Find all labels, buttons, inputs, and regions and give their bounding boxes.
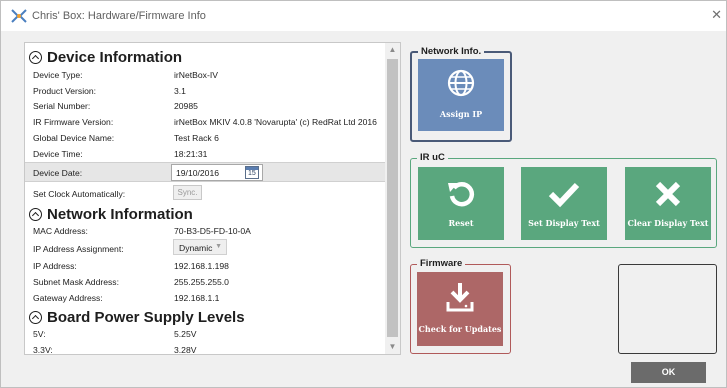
row-value: 192.168.1.1 [174,293,220,303]
row-label: Subnet Mask Address: [33,277,119,287]
tile-label: Check for Updates [418,324,502,334]
app-icon [11,9,27,23]
assign-ip-button[interactable]: Assign IP [418,59,504,131]
tile-label: Set Display Text [528,218,600,228]
network-info-group: Network Info. Assign IP [410,46,512,142]
device-info-title: Device Information [47,49,183,66]
check-icon [548,182,580,208]
info-row: IR Firmware Version: irNetBox MKIV 4.0.8 … [25,114,385,130]
row-label: 3.3V: [33,345,53,355]
chevron-up-icon[interactable] [29,51,42,64]
row-label: IP Address Assignment: [33,244,124,254]
network-info-header[interactable]: Network Information [29,206,193,223]
row-label: MAC Address: [33,226,88,236]
download-icon [446,283,474,312]
scroll-down-icon[interactable]: ▼ [385,340,400,354]
calendar-day: 15 [248,170,256,177]
info-panel[interactable]: Device Information Device Type: irNetBox-… [24,42,401,355]
row-label: Device Date: [33,168,83,178]
device-info-header[interactable]: Device Information [29,49,182,66]
chevron-down-icon: ▼ [215,243,222,250]
row-label: Global Device Name: [33,133,115,143]
info-row: IP Address: 192.168.1.198 [25,258,385,274]
row-value: irNetBox MKIV 4.0.8 'Novarupta' (c) RedR… [174,117,377,127]
window-title: Chris' Box: Hardware/Firmware Info [32,10,206,22]
info-row: Gateway Address: 192.168.1.1 [25,290,385,306]
device-date-row: Device Date: 19/10/2016 15 [25,162,385,182]
tile-label: Clear Display Text [627,218,709,228]
group-label: Firmware [417,258,466,269]
check-for-updates-button[interactable]: Check for Updates [417,272,503,346]
reset-button[interactable]: Reset [418,167,504,240]
group-label: IR uC [417,152,448,163]
row-label: Device Type: [33,70,83,80]
power-title: Board Power Supply Levels [47,309,245,326]
reset-icon [448,182,475,207]
vertical-scrollbar[interactable]: ▲ ▼ [385,43,400,354]
row-value: 3.28V [174,345,197,355]
row-label: IR Firmware Version: [33,117,114,127]
chevron-up-icon[interactable] [29,208,42,221]
clear-display-text-button[interactable]: Clear Display Text [625,167,711,240]
set-display-text-button[interactable]: Set Display Text [521,167,607,240]
cross-icon [655,181,681,207]
firmware-group: Firmware Check for Updates [410,258,511,354]
row-value: Test Rack 6 [174,133,219,143]
info-row: MAC Address: 70-B3-D5-FD-10-0A [25,223,385,239]
row-label: Gateway Address: [33,293,103,303]
ir-uc-group: IR uC Reset Set Display Text Clear Displ… [410,152,717,248]
dialog-window: Chris' Box: Hardware/Firmware Info ✕ Dev… [0,0,727,388]
row-value: 255.255.255.0 [174,277,229,287]
info-row: Subnet Mask Address: 255.255.255.0 [25,274,385,290]
row-label: Serial Number: [33,101,91,111]
ip-assignment-dropdown[interactable]: Dynamic ▼ [173,239,227,255]
empty-group [618,264,717,354]
info-row: 3.3V: 3.28V [25,342,385,355]
globe-icon [447,69,475,97]
row-label: Device Time: [33,149,83,159]
row-value: 18:21:31 [174,149,208,159]
close-icon[interactable]: ✕ [711,7,722,23]
tile-label: Assign IP [439,109,483,119]
row-value: 20985 [174,101,198,111]
date-value: 19/10/2016 [176,168,220,178]
info-row: Device Time: 18:21:31 [25,146,385,162]
row-label: 5V: [33,329,46,339]
network-info-title: Network Information [47,206,193,223]
info-row: Global Device Name: Test Rack 6 [25,130,385,146]
calendar-icon[interactable]: 15 [245,166,259,179]
row-label: Set Clock Automatically: [33,189,126,199]
sync-button[interactable]: Sync. [173,185,202,200]
ok-button[interactable]: OK [631,362,706,383]
title-bar: Chris' Box: Hardware/Firmware Info ✕ [1,1,726,31]
info-row: Device Type: irNetBox-IV [25,67,385,83]
row-label: IP Address: [33,261,77,271]
row-value: 5.25V [174,329,197,339]
row-value: 192.168.1.198 [174,261,229,271]
row-value: 70-B3-D5-FD-10-0A [174,226,251,236]
row-value: irNetBox-IV [174,70,218,80]
chevron-up-icon[interactable] [29,311,42,324]
info-row: Serial Number: 20985 [25,98,385,114]
set-clock-row: Set Clock Automatically: Sync. [25,185,385,202]
row-label: Product Version: [33,86,97,96]
device-date-input[interactable]: 19/10/2016 15 [171,164,263,181]
row-value: 3.1 [174,86,186,96]
scroll-up-icon[interactable]: ▲ [385,43,400,57]
info-row: Product Version: 3.1 [25,83,385,99]
info-row: 5V: 5.25V [25,326,385,342]
dropdown-value: Dynamic [179,243,213,253]
power-header[interactable]: Board Power Supply Levels [29,309,245,326]
scrollbar-thumb[interactable] [387,59,398,337]
ip-assignment-row: IP Address Assignment: Dynamic ▼ [25,239,385,257]
group-label: Network Info. [418,46,485,57]
tile-label: Reset [448,218,474,228]
